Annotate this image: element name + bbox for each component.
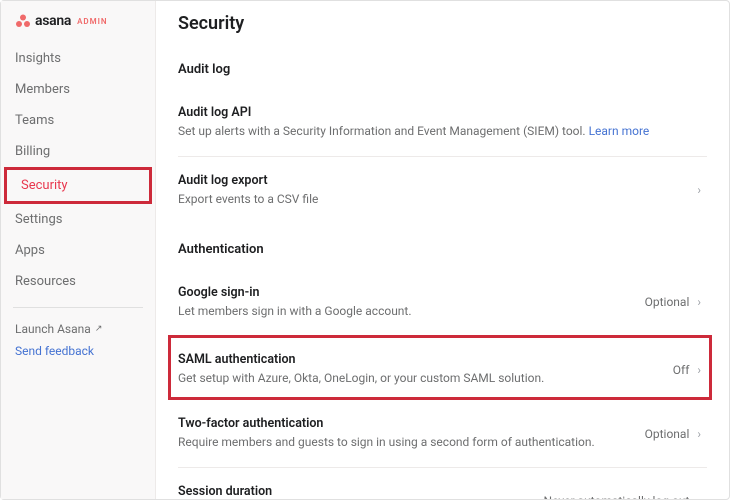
send-feedback-link[interactable]: Send feedback: [15, 340, 141, 362]
chevron-right-icon: ›: [697, 295, 701, 309]
sidebar-item-resources[interactable]: Resources: [1, 266, 155, 297]
row-title: Audit log API: [178, 105, 691, 120]
row-body: Google sign-in Let members sign in with …: [178, 285, 645, 320]
row-body: Two-factor authentication Require member…: [178, 416, 645, 451]
row-value: Optional: [645, 427, 690, 441]
sidebar-divider: [13, 307, 143, 308]
row-title: Audit log export: [178, 173, 687, 188]
row-body: Session duration Set how long members ca…: [178, 484, 544, 499]
row-desc: Set up alerts with a Security Informatio…: [178, 123, 691, 140]
sidebar-item-teams[interactable]: Teams: [1, 105, 155, 136]
logo-brand-text: asana: [35, 13, 71, 29]
row-body: Audit log API Set up alerts with a Secur…: [178, 105, 701, 140]
main-content: Security Audit log Audit log API Set up …: [156, 1, 729, 499]
section-title-authentication: Authentication: [178, 242, 707, 257]
row-right: Never automatically log out ›: [544, 494, 701, 499]
sidebar-item-members[interactable]: Members: [1, 74, 155, 105]
row-audit-log-export[interactable]: Audit log export Export events to a CSV …: [178, 156, 707, 224]
row-value: Off: [673, 363, 690, 377]
logo: asana ADMIN: [1, 13, 155, 43]
row-desc-text: Set up alerts with a Security Informatio…: [178, 124, 589, 138]
chevron-right-icon: ›: [697, 494, 701, 499]
row-right: Optional ›: [645, 295, 701, 309]
chevron-right-icon: ›: [697, 427, 701, 441]
asana-logo-icon: [15, 13, 31, 29]
sidebar-nav: Insights Members Teams Billing Security …: [1, 43, 155, 297]
sidebar-item-insights[interactable]: Insights: [1, 43, 155, 74]
row-value: Optional: [645, 295, 690, 309]
logo-admin-text: ADMIN: [77, 17, 108, 26]
row-title: Session duration: [178, 484, 534, 499]
launch-asana-link[interactable]: Launch Asana ↗: [15, 318, 141, 340]
learn-more-link[interactable]: Learn more: [589, 124, 650, 138]
app-frame: asana ADMIN Insights Members Teams Billi…: [0, 0, 730, 500]
row-right: Off ›: [673, 363, 701, 377]
sidebar-item-security[interactable]: Security: [7, 170, 149, 201]
highlight-saml-row: SAML authentication Get setup with Azure…: [168, 335, 712, 400]
row-two-factor-authentication[interactable]: Two-factor authentication Require member…: [178, 400, 707, 467]
row-desc: Export events to a CSV file: [178, 191, 687, 208]
launch-asana-label: Launch Asana: [15, 322, 91, 336]
row-value: Never automatically log out: [544, 494, 690, 499]
row-google-sign-in[interactable]: Google sign-in Let members sign in with …: [178, 269, 707, 336]
row-desc: Let members sign in with a Google accoun…: [178, 303, 635, 320]
sidebar-links: Launch Asana ↗ Send feedback: [1, 318, 155, 362]
sidebar: asana ADMIN Insights Members Teams Billi…: [1, 1, 156, 499]
row-body: SAML authentication Get setup with Azure…: [178, 352, 673, 387]
row-title: SAML authentication: [178, 352, 663, 367]
row-desc: Get setup with Azure, Okta, OneLogin, or…: [178, 370, 663, 387]
row-body: Audit log export Export events to a CSV …: [178, 173, 697, 208]
row-desc: Require members and guests to sign in us…: [178, 434, 635, 451]
external-link-icon: ↗: [95, 324, 103, 334]
chevron-right-icon: ›: [697, 183, 701, 197]
row-session-duration[interactable]: Session duration Set how long members ca…: [178, 467, 707, 499]
sidebar-item-settings[interactable]: Settings: [1, 204, 155, 235]
sidebar-item-apps[interactable]: Apps: [1, 235, 155, 266]
chevron-right-icon: ›: [697, 363, 701, 377]
page-title: Security: [178, 13, 707, 34]
highlight-security-nav: Security: [4, 167, 152, 204]
row-title: Google sign-in: [178, 285, 635, 300]
sidebar-item-billing[interactable]: Billing: [1, 136, 155, 167]
row-title: Two-factor authentication: [178, 416, 635, 431]
row-saml-authentication[interactable]: SAML authentication Get setup with Azure…: [178, 348, 707, 391]
row-right: Optional ›: [645, 427, 701, 441]
row-audit-log-api[interactable]: Audit log API Set up alerts with a Secur…: [178, 89, 707, 156]
row-right: ›: [697, 183, 701, 197]
section-title-audit-log: Audit log: [178, 62, 707, 77]
